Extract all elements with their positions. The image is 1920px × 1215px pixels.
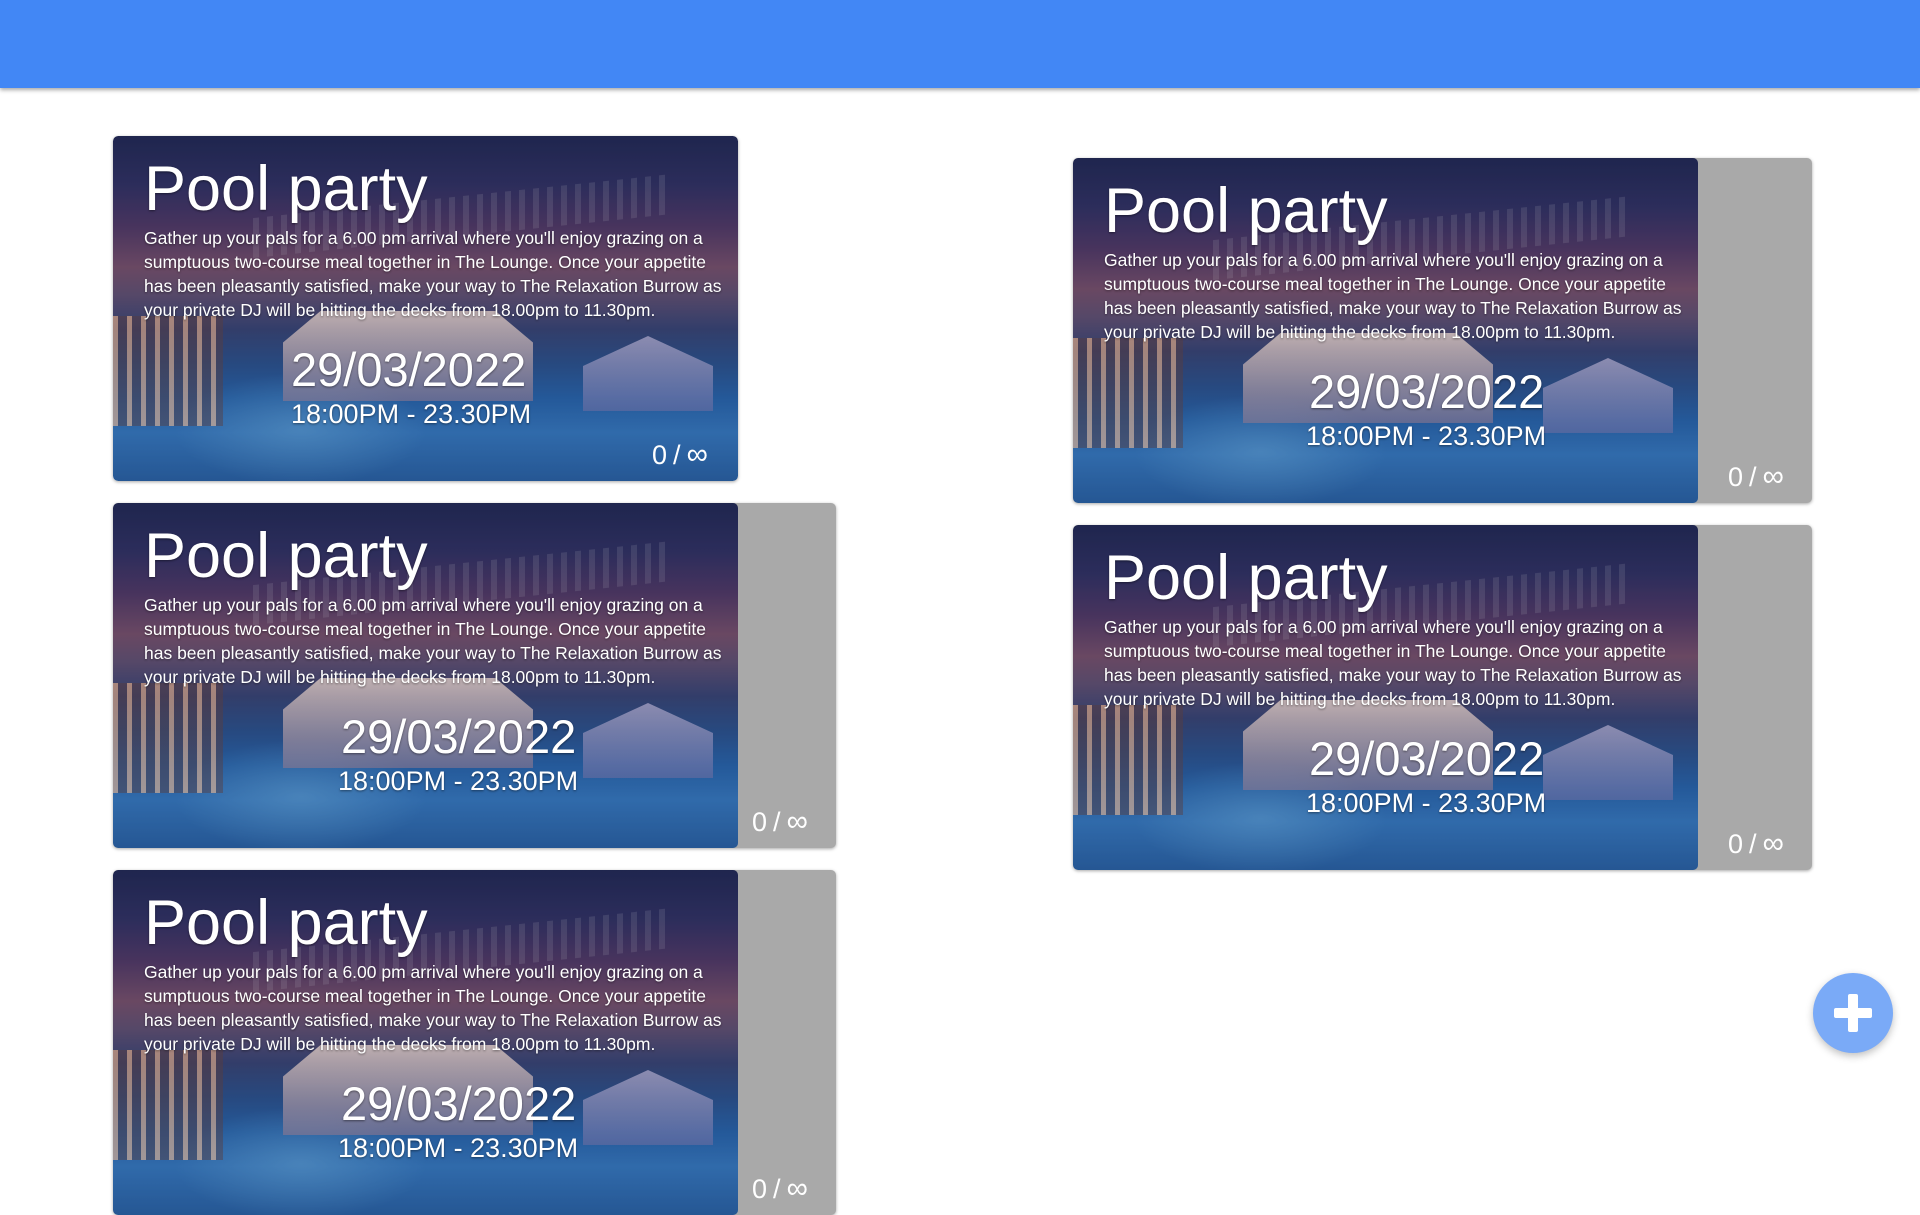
add-event-button[interactable] xyxy=(1813,973,1893,1053)
event-date: 29/03/2022 xyxy=(1309,732,1545,785)
event-card[interactable]: Pool party Gather up your pals for a 6.0… xyxy=(113,870,836,1215)
booked-count: 0 xyxy=(752,1174,768,1204)
event-card[interactable]: Pool party Gather up your pals for a 6.0… xyxy=(113,136,738,481)
booked-count: 0 xyxy=(1728,462,1744,492)
event-title: Pool party xyxy=(1104,176,1388,246)
attendance-count: 0/∞ xyxy=(652,438,708,471)
event-time: 18:00PM - 23.30PM xyxy=(338,766,579,796)
event-description: Gather up your pals for a 6.00 pm arriva… xyxy=(144,595,722,687)
event-title: Pool party xyxy=(1104,543,1388,613)
event-date: 29/03/2022 xyxy=(341,1077,577,1130)
plus-icon xyxy=(1834,994,1872,1032)
attendance-count: 0/∞ xyxy=(1728,827,1784,860)
event-date: 29/03/2022 xyxy=(1309,365,1545,418)
event-card[interactable]: Pool party Gather up your pals for a 6.0… xyxy=(1073,525,1812,870)
event-title: Pool party xyxy=(144,888,428,958)
event-title: Pool party xyxy=(144,154,428,224)
infinity-icon: ∞ xyxy=(1762,460,1784,493)
attendance-count: 0/∞ xyxy=(1728,460,1784,493)
event-time: 18:00PM - 23.30PM xyxy=(1306,788,1547,818)
event-card[interactable]: Pool party Gather up your pals for a 6.0… xyxy=(1073,158,1812,503)
booked-count: 0 xyxy=(1728,829,1744,859)
event-date: 29/03/2022 xyxy=(291,343,527,396)
event-description: Gather up your pals for a 6.00 pm arriva… xyxy=(144,228,722,320)
event-title: Pool party xyxy=(144,521,428,591)
event-time: 18:00PM - 23.30PM xyxy=(338,1133,579,1163)
event-time: 18:00PM - 23.30PM xyxy=(291,399,532,429)
event-card[interactable]: Pool party Gather up your pals for a 6.0… xyxy=(113,503,836,848)
event-description: Gather up your pals for a 6.00 pm arriva… xyxy=(1104,617,1682,709)
infinity-icon: ∞ xyxy=(786,805,808,838)
event-description: Gather up your pals for a 6.00 pm arriva… xyxy=(1104,250,1682,342)
infinity-icon: ∞ xyxy=(686,438,708,471)
infinity-icon: ∞ xyxy=(1762,827,1784,860)
booked-count: 0 xyxy=(752,807,768,837)
event-date: 29/03/2022 xyxy=(341,710,577,763)
infinity-icon: ∞ xyxy=(786,1172,808,1205)
attendance-count: 0/∞ xyxy=(752,1172,808,1205)
event-description: Gather up your pals for a 6.00 pm arriva… xyxy=(144,962,722,1054)
event-time: 18:00PM - 23.30PM xyxy=(1306,421,1547,451)
attendance-count: 0/∞ xyxy=(752,805,808,838)
booked-count: 0 xyxy=(652,440,668,470)
top-app-bar xyxy=(0,0,1920,88)
